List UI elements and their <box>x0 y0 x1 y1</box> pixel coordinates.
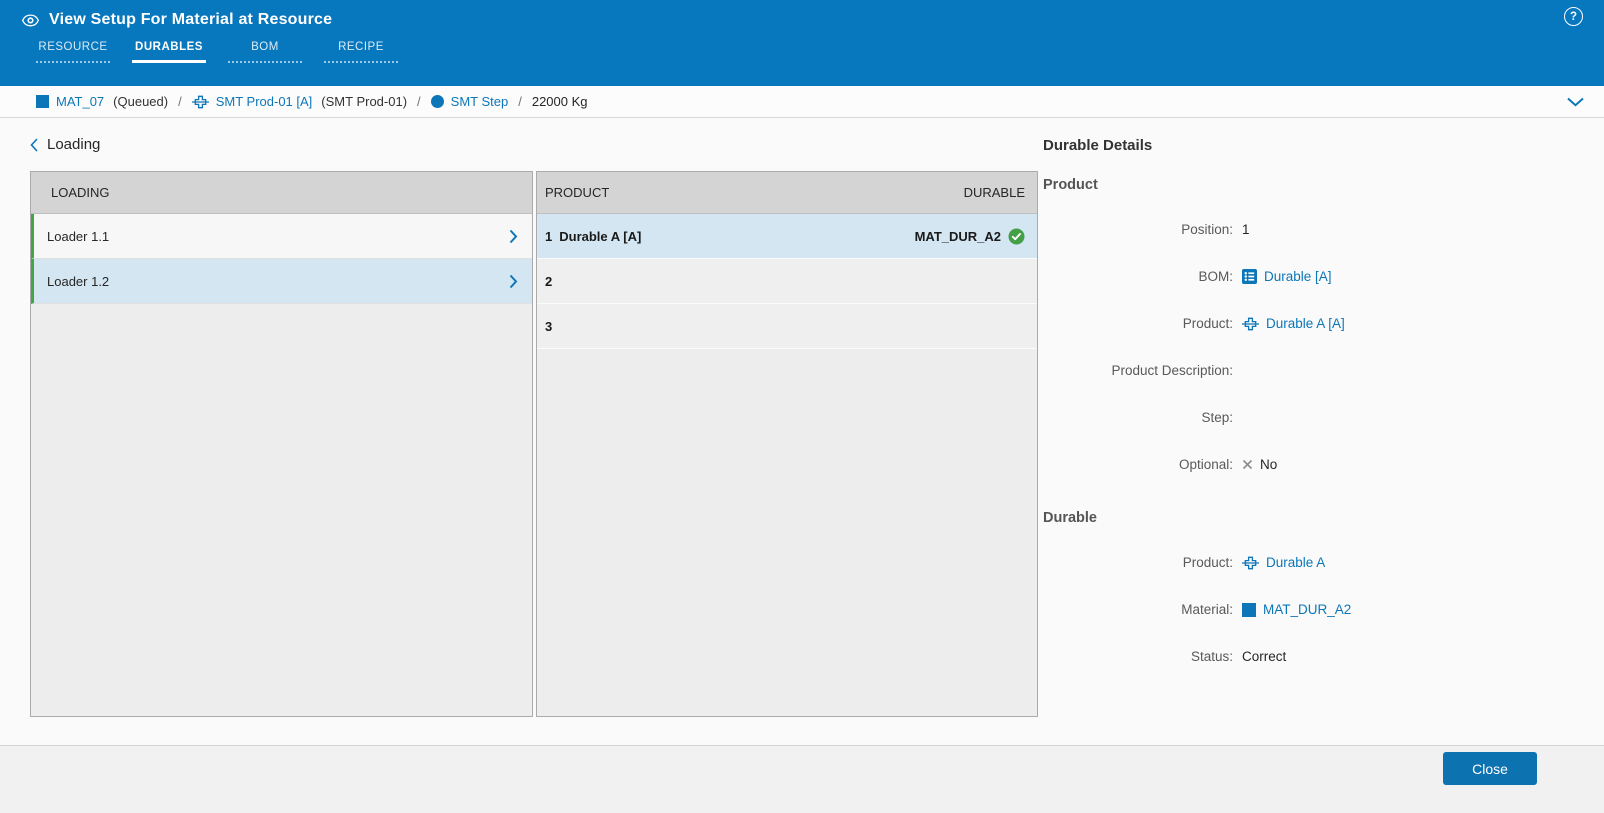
field-bom: BOM: Durable [A] <box>1043 253 1583 300</box>
breadcrumb-separator: / <box>518 94 522 109</box>
eye-icon <box>22 13 39 27</box>
field-label: Position: <box>1181 222 1233 237</box>
tab-recipe[interactable]: RECIPE <box>324 41 398 63</box>
durable-position-row-1[interactable]: 1 Durable A [A] MAT_DUR_A2 <box>537 214 1037 259</box>
field-durable-material: Material: MAT_DUR_A2 <box>1043 586 1583 633</box>
field-label: Product: <box>1182 316 1233 331</box>
help-icon[interactable]: ? <box>1564 7 1583 26</box>
breadcrumb-item-material: MAT_07 (Queued) <box>36 94 168 109</box>
field-position: Position: 1 <box>1043 206 1583 253</box>
section-title-product: Product <box>1043 177 1098 193</box>
back-button[interactable]: Loading <box>30 136 100 153</box>
product-link-label: Durable A [A] <box>1266 316 1345 331</box>
product-durable-table: PRODUCT DURABLE 1 Durable A [A] MAT_DUR_… <box>536 171 1038 717</box>
details-panel-title: Durable Details <box>1043 137 1153 154</box>
durable-material-link-label: MAT_DUR_A2 <box>1263 602 1352 617</box>
field-label: BOM: <box>1198 269 1233 284</box>
dialog-footer: Close <box>0 745 1604 813</box>
loader-row-2[interactable]: Loader 1.2 <box>31 259 532 304</box>
bom-icon <box>1242 269 1257 284</box>
breadcrumb-link-material[interactable]: MAT_07 <box>56 94 104 109</box>
material-icon <box>1242 602 1256 617</box>
bom-link[interactable]: Durable [A] <box>1242 269 1332 284</box>
product-name: Durable A [A] <box>559 228 642 244</box>
field-durable-status: Status: Correct <box>1043 633 1583 680</box>
loader-row-1[interactable]: Loader 1.1 <box>31 214 532 259</box>
product-icon <box>191 95 209 109</box>
field-optional: Optional: No <box>1043 441 1583 488</box>
product-table-header: PRODUCT DURABLE <box>537 172 1037 214</box>
durable-position-row-2[interactable]: 2 <box>537 259 1037 304</box>
durable-cell: MAT_DUR_A2 <box>915 228 1025 245</box>
loading-column-header: LOADING <box>51 185 110 200</box>
title-row: View Setup For Material at Resource <box>0 0 1604 29</box>
field-product: Product: Durable A [A] <box>1043 300 1583 347</box>
loading-table: LOADING Loader 1.1 Loader 1.2 <box>30 171 533 717</box>
field-product-description: Product Description: <box>1043 347 1583 394</box>
product-icon <box>1242 556 1259 570</box>
section-title-durable: Durable <box>1043 510 1097 526</box>
field-durable-product: Product: Durable A <box>1043 539 1583 586</box>
x-icon <box>1242 459 1253 470</box>
breadcrumb-separator: / <box>417 94 421 109</box>
field-step: Step: <box>1043 394 1583 441</box>
durable-details-panel: Durable Details Product Position: 1 BOM: <box>1043 137 1583 680</box>
field-label: Step: <box>1201 410 1233 425</box>
tab-durables[interactable]: DURABLES <box>132 41 206 63</box>
chevron-down-icon[interactable] <box>1567 97 1584 107</box>
field-label: Status: <box>1190 649 1233 664</box>
breadcrumb: MAT_07 (Queued) / SMT Prod-01 [A] (SMT P… <box>0 86 1604 118</box>
chevron-right-icon[interactable] <box>509 229 518 244</box>
breadcrumb-item-product: SMT Prod-01 [A] (SMT Prod-01) <box>191 94 408 109</box>
durable-material-name: MAT_DUR_A2 <box>914 228 1001 244</box>
breadcrumb-item-quantity: 22000 Kg <box>532 94 588 109</box>
durable-column-header: DURABLE <box>963 185 1025 200</box>
material-icon <box>36 95 49 108</box>
field-value: 1 <box>1242 222 1250 237</box>
dialog-header: View Setup For Material at Resource ? RE… <box>0 0 1604 86</box>
tab-resource[interactable]: RESOURCE <box>36 41 110 63</box>
chevron-left-icon <box>30 137 38 152</box>
product-link[interactable]: Durable A [A] <box>1242 316 1345 331</box>
view-setup-dialog: View Setup For Material at Resource ? RE… <box>0 0 1604 813</box>
step-icon <box>430 95 444 108</box>
check-circle-icon <box>1008 228 1025 245</box>
position-number: 3 <box>545 318 553 334</box>
product-icon <box>1242 317 1259 331</box>
durable-material-link[interactable]: MAT_DUR_A2 <box>1242 602 1351 617</box>
durable-product-link[interactable]: Durable A <box>1242 555 1325 570</box>
field-label: Product: <box>1182 555 1233 570</box>
breadcrumb-item-step: SMT Step <box>430 94 509 109</box>
dialog-title: View Setup For Material at Resource <box>49 11 333 28</box>
loading-table-header: LOADING <box>31 172 532 214</box>
help-glyph: ? <box>1569 10 1578 23</box>
breadcrumb-note-product: (SMT Prod-01) <box>321 94 408 109</box>
breadcrumb-link-step[interactable]: SMT Step <box>451 94 509 109</box>
tab-bar: RESOURCE DURABLES BOM RECIPE <box>36 41 398 63</box>
quantity-text: 22000 Kg <box>531 94 588 109</box>
durable-position-row-3[interactable]: 3 <box>537 304 1037 349</box>
durable-product-link-label: Durable A <box>1266 555 1326 570</box>
position-number: 1 <box>545 228 553 244</box>
field-label: Optional: <box>1178 457 1233 472</box>
field-label: Product Description: <box>1111 363 1233 378</box>
tab-bom[interactable]: BOM <box>228 41 302 63</box>
bom-link-label: Durable [A] <box>1264 269 1332 284</box>
breadcrumb-separator: / <box>178 94 182 109</box>
chevron-right-icon[interactable] <box>509 274 518 289</box>
field-value: Correct <box>1242 649 1287 664</box>
back-label: Loading <box>47 136 101 153</box>
product-column-header: PRODUCT <box>545 185 610 200</box>
breadcrumb-note-material-status: (Queued) <box>113 94 169 109</box>
breadcrumb-link-product[interactable]: SMT Prod-01 [A] <box>216 94 313 109</box>
field-label: Material: <box>1181 602 1233 617</box>
loader-label: Loader 1.2 <box>47 273 110 289</box>
field-value: No <box>1260 457 1278 472</box>
position-number: 2 <box>545 273 553 289</box>
close-button[interactable]: Close <box>1443 752 1537 785</box>
loader-label: Loader 1.1 <box>47 228 110 244</box>
